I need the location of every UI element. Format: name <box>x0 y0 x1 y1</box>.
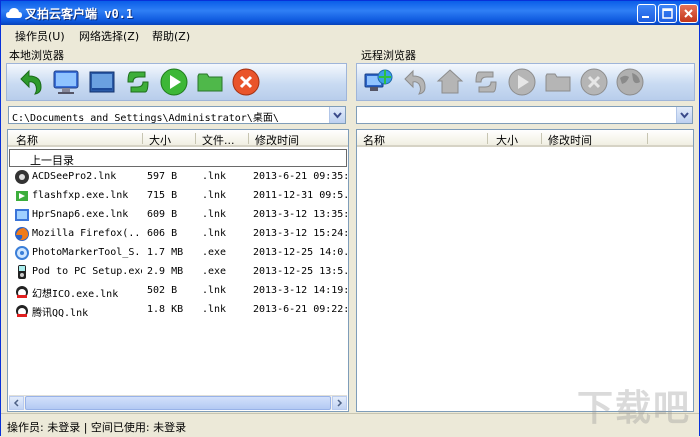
list-item[interactable]: PhotoMarkerTool_S... 1.7 MB .exe 2013-12… <box>8 244 348 262</box>
menu-bar: 操作员(U) 网络选择(Z) 帮助(Z) <box>1 25 699 45</box>
local-path-dropdown[interactable]: C:\Documents and Settings\Administrator\… <box>8 106 346 124</box>
acdsee-icon <box>15 170 29 184</box>
title-bar[interactable]: 叉拍云客户端 v0.1 <box>1 1 699 25</box>
remote-file-list[interactable]: 名称 大小 修改时间 <box>356 129 694 412</box>
computer-icon[interactable] <box>51 67 81 97</box>
minimize-button[interactable] <box>637 4 656 23</box>
col-type[interactable]: 文件... <box>202 132 235 148</box>
local-browser-label: 本地浏览器 <box>9 49 64 62</box>
delete-icon[interactable] <box>231 67 261 97</box>
list-item[interactable]: Mozilla Firefox(... 606 B .lnk 2013-3-12… <box>8 225 348 243</box>
home-disabled-icon[interactable] <box>435 67 465 97</box>
col-modified[interactable]: 修改时间 <box>548 132 592 148</box>
list-item[interactable]: 腾讯QQ.lnk 1.8 KB .lnk 2013-6-21 09:22:05 <box>8 301 348 319</box>
local-path-text: C:\Documents and Settings\Administrator\… <box>12 113 279 124</box>
parent-dir-label: 上一目录 <box>30 154 74 167</box>
col-modified[interactable]: 修改时间 <box>255 132 299 148</box>
connect-computer-icon[interactable] <box>363 67 393 97</box>
list-item[interactable]: flashfxp.exe.lnk 715 B .lnk 2011-12-31 0… <box>8 187 348 205</box>
scroll-thumb[interactable] <box>25 396 331 410</box>
minimize-icon <box>642 16 649 18</box>
menu-operator[interactable]: 操作员(U) <box>15 28 65 44</box>
col-name[interactable]: 名称 <box>363 132 385 148</box>
list-item[interactable]: 幻想ICO.exe.lnk 502 B .lnk 2013-3-12 14:19… <box>8 282 348 300</box>
ipod-icon <box>18 265 26 279</box>
play-icon[interactable] <box>159 67 189 97</box>
qq-icon <box>16 305 28 317</box>
local-list-header: 名称 大小 文件... 修改时间 <box>8 130 348 147</box>
folder-disabled-icon[interactable] <box>543 67 573 97</box>
chevron-down-icon <box>680 112 689 119</box>
col-name[interactable]: 名称 <box>16 132 38 148</box>
dropdown-button[interactable] <box>676 107 692 123</box>
photomarker-icon <box>15 246 29 260</box>
local-file-list[interactable]: 名称 大小 文件... 修改时间 上一目录 ACDSeePro2.lnk 597… <box>7 129 349 412</box>
scroll-right-button[interactable] <box>332 396 347 410</box>
menu-help[interactable]: 帮助(Z) <box>152 28 190 44</box>
menu-network[interactable]: 网络选择(Z) <box>79 28 139 44</box>
local-hscrollbar[interactable] <box>9 395 347 410</box>
maximize-button[interactable] <box>658 4 677 23</box>
back-icon[interactable] <box>15 67 45 97</box>
maximize-icon <box>662 8 673 19</box>
app-window: 叉拍云客户端 v0.1 操作员(U) 网络选择(Z) 帮助(Z) 本地浏览器 C… <box>0 0 700 437</box>
list-item[interactable]: HprSnap6.exe.lnk 609 B .lnk 2013-3-12 13… <box>8 206 348 224</box>
list-item[interactable]: ACDSeePro2.lnk 597 B .lnk 2013-6-21 09:3… <box>8 168 348 186</box>
list-item-parent[interactable]: 上一目录 <box>9 149 347 167</box>
close-button[interactable] <box>679 4 698 23</box>
scroll-left-button[interactable] <box>9 396 24 410</box>
play-disabled-icon[interactable] <box>507 67 537 97</box>
panel-splitter[interactable] <box>349 45 355 413</box>
remote-browser-label: 远程浏览器 <box>361 49 416 62</box>
flashfxp-icon <box>16 191 28 201</box>
col-size[interactable]: 大小 <box>496 132 518 148</box>
refresh-icon[interactable] <box>123 67 153 97</box>
remote-toolbar <box>356 63 695 101</box>
refresh-disabled-icon[interactable] <box>471 67 501 97</box>
dropdown-button[interactable] <box>329 107 345 123</box>
remote-path-dropdown[interactable] <box>356 106 693 124</box>
status-text: 操作员: 未登录 | 空间已使用: 未登录 <box>7 421 187 434</box>
folder-icon[interactable] <box>195 67 225 97</box>
delete-disabled-icon[interactable] <box>579 67 609 97</box>
chevron-down-icon <box>333 112 342 119</box>
remote-list-header: 名称 大小 修改时间 <box>357 130 693 147</box>
close-icon <box>684 9 693 18</box>
hypersnap-icon <box>15 209 29 221</box>
local-toolbar <box>6 63 347 101</box>
window-title: 叉拍云客户端 v0.1 <box>25 7 134 21</box>
cloud-icon <box>6 8 22 18</box>
qq-icon <box>16 286 28 298</box>
chevron-left-icon <box>13 399 19 407</box>
list-item[interactable]: Pod to PC Setup.exe 2.9 MB .exe 2013-12-… <box>8 263 348 281</box>
chevron-right-icon <box>337 399 343 407</box>
firefox-icon <box>15 227 29 241</box>
globe-disabled-icon[interactable] <box>615 67 645 97</box>
watermark: 下载吧 <box>576 388 691 429</box>
desktop-icon[interactable] <box>87 67 117 97</box>
col-size[interactable]: 大小 <box>149 132 171 148</box>
back-disabled-icon[interactable] <box>399 67 429 97</box>
